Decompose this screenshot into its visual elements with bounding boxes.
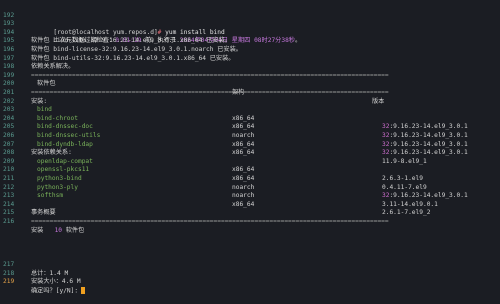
install-summary-unit: 软件包 — [65, 226, 85, 234]
terminal-line: 214 事务概要 — [0, 192, 500, 217]
installed-size: 安装大小：4.6 M — [31, 278, 81, 286]
terminal-cursor[interactable] — [81, 286, 86, 294]
terminal-line: 193 上次元数据过期检查：0:01:19 前，执行于 2024年04月04日 … — [0, 12, 500, 44]
package-row: 208 openldap-compat x86_64 2.6.3-1.el9 — [0, 141, 500, 182]
package-row: 211 python3-ply noarch 3.11-14.el9.0.1 — [0, 166, 500, 208]
terminal-line: 218 安装大小：4.6 M — [0, 261, 500, 286]
terminal-line: 196 软件包 bind-utils-32:9.16.23-14.el9_3.0… — [0, 37, 500, 62]
confirm-prompt: 确定吗？[y/N]: — [31, 287, 79, 295]
line-number: 219 — [3, 278, 15, 286]
install-summary-count: 10 — [54, 226, 63, 234]
package-row: 203 bind-chroot x86_64 32:9.16.23-14.el9… — [0, 98, 500, 139]
terminal-line: 195 软件包 bind-license-32:9.16.23-14.el9_3… — [0, 29, 500, 53]
package-row: 205 bind-dnssec-utils x86_64 32:9.16.23-… — [0, 115, 500, 156]
package-row: 204 bind-dnssec-doc noarch 32:9.16.23-14… — [0, 106, 500, 148]
terminal-line: 198 ====================================… — [0, 55, 500, 79]
terminal-line: 197 依赖关系解决。 — [0, 46, 500, 71]
package-row: 209 openssl-pkcs11 x86_64 0.4.11-7.el9 — [0, 149, 500, 191]
terminal-line: 215 ====================================… — [0, 201, 500, 225]
package-row: 202 bind x86_64 32:9.16.23-14.el9_3.0.1 — [0, 89, 500, 131]
terminal-line: 192 [root@localhost yum.repos.d]# yum in… — [0, 3, 500, 36]
terminal-line: 207 安装依赖关系: — [0, 132, 500, 157]
terminal-window[interactable]: 192 [root@localhost yum.repos.d]# yum in… — [0, 0, 500, 294]
terminal-line: 194 软件包 bind-libs-32:9.16.23-14.el9_3.0.… — [0, 20, 500, 45]
terminal-line: 216 安装 10 软件包 — [0, 209, 500, 234]
terminal-line: 213 — [0, 184, 500, 199]
terminal-line: 201 安装: — [0, 80, 500, 105]
terminal-line: 199 软件包 架构 版本 — [0, 63, 500, 105]
package-row: 206 bind-dyndb-ldap x86_64 11.9-8.el9_1 — [0, 123, 500, 165]
package-row: 210 python3-bind noarch 32:9.16.23-14.el… — [0, 158, 500, 199]
terminal-line: 219 确定吗？[y/N]: — [0, 270, 500, 294]
package-row: 212 softhsm x86_64 2.6.1-7.el9_2 — [0, 175, 500, 217]
terminal-line: 217 总计：1.4 M — [0, 252, 500, 277]
terminal-line: 200 ====================================… — [0, 72, 500, 96]
install-summary-label: 安装 — [31, 226, 44, 234]
